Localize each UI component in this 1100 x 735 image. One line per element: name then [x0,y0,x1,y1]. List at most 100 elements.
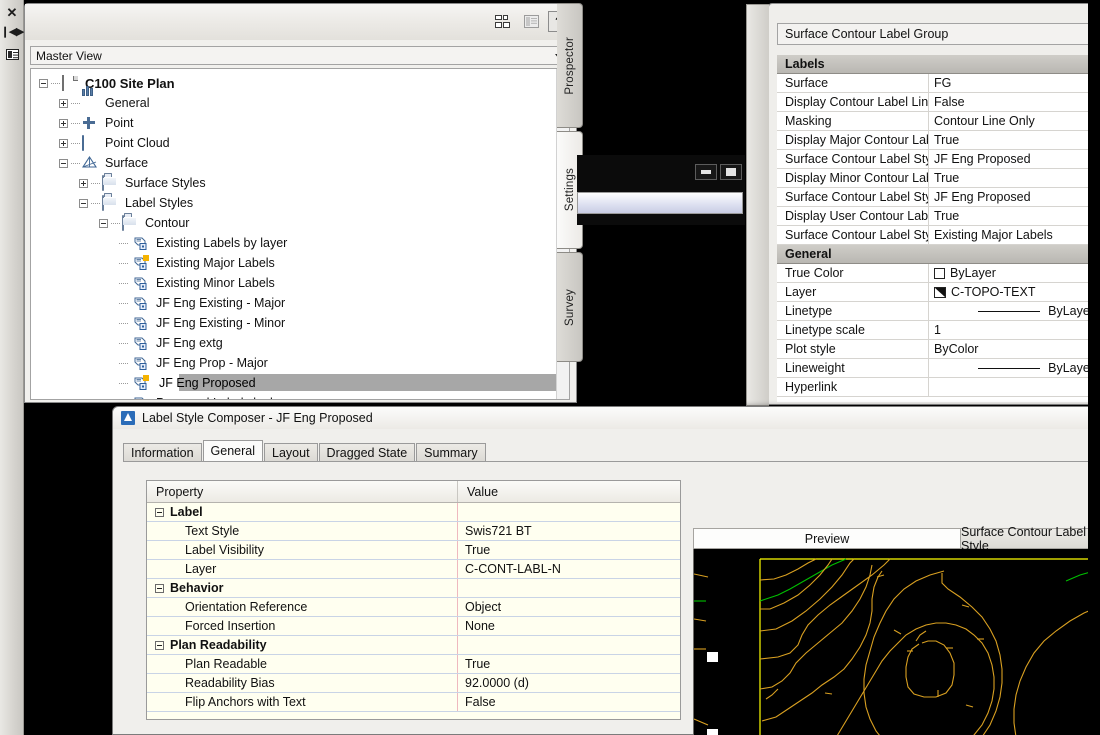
property-row[interactable]: Masking Contour Line Only [777,112,1100,131]
tree-item-existing-minor-labels[interactable]: Existing Minor Labels [31,273,556,293]
style-property-group-row[interactable]: Label [147,503,680,522]
style-property-value[interactable] [458,503,680,521]
preview-canvas[interactable] [693,549,1100,735]
tree-expander[interactable] [59,138,68,148]
property-row[interactable]: Plot style ByColor [777,340,1100,359]
tree-expander[interactable] [59,158,68,168]
style-property-row[interactable]: Plan Readable True [147,655,680,674]
property-value[interactable] [929,378,1100,396]
style-property-row[interactable]: Readability Bias 92.0000 (d) [147,674,680,693]
style-property-row[interactable]: Label Visibility True [147,541,680,560]
panel-preview-icon[interactable] [520,11,542,32]
property-value[interactable]: JF Eng Proposed [929,188,1100,206]
settings-tree[interactable]: C100 Site Plan General Point Point Cloud Sur… [30,68,570,400]
style-property-group-row[interactable]: Plan Readability [147,636,680,655]
style-property-value[interactable]: Object [458,598,680,616]
properties-category-labels[interactable]: Labels [777,55,1100,74]
tree-item-jf-eng-prop-major[interactable]: JF Eng Prop - Major [31,353,556,373]
property-row[interactable]: True Color ByLayer [777,264,1100,283]
style-property-table[interactable]: Property Value Label Text Style Swis721 BT… [146,480,681,720]
style-property-value[interactable]: 92.0000 (d) [458,674,680,692]
tree-item-point-cloud[interactable]: Point Cloud [31,133,556,153]
property-value[interactable]: True [929,207,1100,225]
property-row[interactable]: Surface Contour Label Styl... JF Eng Prop… [777,188,1100,207]
minimize-button[interactable] [695,164,717,180]
tab-preview[interactable]: Preview [693,528,961,549]
dialog-tab-summary[interactable]: Summary [416,443,486,461]
group-expander-icon[interactable] [155,640,164,650]
auto-hide-icon[interactable]: ❙◀▶ [0,24,24,40]
style-property-value[interactable]: None [458,617,680,635]
properties-grid[interactable]: Labels Surface FG Display Contour Label Lin… [777,55,1100,402]
property-value[interactable]: ByLayer [929,359,1100,377]
style-property-value[interactable]: True [458,655,680,673]
dialog-tab-dragged-state[interactable]: Dragged State [318,443,416,461]
property-value[interactable]: C-TOPO-TEXT [929,283,1100,301]
tree-item-contour[interactable]: Contour [31,213,556,233]
tree-item-jf-eng-proposed[interactable]: JF Eng Proposed [31,373,556,393]
tree-item-surface[interactable]: Surface [31,153,556,173]
tree-item-surface-styles[interactable]: Surface Styles [31,173,556,193]
dialog-tab-information[interactable]: Information [123,443,202,461]
property-value[interactable]: JF Eng Proposed [929,150,1100,168]
property-row[interactable]: Lineweight ByLayer [777,359,1100,378]
group-expander-icon[interactable] [155,507,164,517]
tree-expander[interactable] [59,98,68,108]
property-value[interactable]: ByLayer [929,264,1100,282]
property-value[interactable]: ByLayer [929,302,1100,320]
properties-category-general[interactable]: General [777,245,1100,264]
property-value[interactable]: Existing Major Labels [929,226,1100,244]
tree-item-jf-eng-existing-minor[interactable]: JF Eng Existing - Minor [31,313,556,333]
style-property-value[interactable]: C-CONT-LABL-N [458,560,680,578]
property-value[interactable]: FG [929,74,1100,92]
restore-button[interactable] [720,164,742,180]
tree-item-label-styles[interactable]: Label Styles [31,193,556,213]
property-row[interactable]: Linetype ByLayer [777,302,1100,321]
style-property-group-row[interactable]: Behavior [147,579,680,598]
tree-item-jf-eng-extg[interactable]: JF Eng extg [31,333,556,353]
property-value[interactable]: True [929,131,1100,149]
style-property-row[interactable]: Flip Anchors with Text False [147,693,680,712]
property-row[interactable]: Hyperlink [777,378,1100,397]
tree-expander[interactable] [39,78,48,88]
properties-icon[interactable] [3,46,21,62]
style-property-row[interactable]: Text Style Swis721 BT [147,522,680,541]
property-value[interactable]: Contour Line Only [929,112,1100,130]
dialog-tab-general[interactable]: General [202,440,264,461]
property-row[interactable]: Layer C-TOPO-TEXT [777,283,1100,302]
tree-item-existing-labels-by-layer[interactable]: Existing Labels by layer [31,233,556,253]
property-row[interactable]: Surface FG [777,74,1100,93]
view-tree-icon[interactable] [492,11,514,32]
tree-item-existing-major-labels[interactable]: Existing Major Labels [31,253,556,273]
style-property-value[interactable] [458,579,680,597]
property-value[interactable]: ByColor [929,340,1100,358]
style-property-value[interactable]: False [458,693,680,711]
property-row[interactable]: Display Minor Contour Lab... True [777,169,1100,188]
style-property-row[interactable]: Layer C-CONT-LABL-N [147,560,680,579]
close-icon[interactable]: ✕ [3,4,21,20]
property-row[interactable]: Display Major Contour Lab... True [777,131,1100,150]
property-value[interactable]: 1 [929,321,1100,339]
tree-item-point[interactable]: Point [31,113,556,133]
tree-item-proposed-labels-by-layer[interactable]: Proposed Labels by layer [31,393,556,399]
style-property-value[interactable] [458,636,680,654]
property-row[interactable]: Surface Contour Label Styl... Existing Ma… [777,226,1100,245]
tree-expander[interactable] [99,218,108,228]
tab-prospector[interactable]: Prospector [557,3,583,128]
property-row[interactable]: Linetype scale 1 [777,321,1100,340]
property-value[interactable]: False [929,93,1100,111]
preview-style-selector[interactable]: Surface Contour Label Style [961,525,1100,553]
group-expander-icon[interactable] [155,583,164,593]
style-property-value[interactable]: Swis721 BT [458,522,680,540]
view-selector-dropdown[interactable]: Master View [30,46,570,65]
tab-survey[interactable]: Survey [557,252,583,362]
property-row[interactable]: Display Contour Label Line False [777,93,1100,112]
tree-expander[interactable] [79,198,88,208]
tree-item-jf-eng-existing-major[interactable]: JF Eng Existing - Major [31,293,556,313]
property-value[interactable]: True [929,169,1100,187]
tree-item-general[interactable]: General [31,85,556,113]
style-property-row[interactable]: Forced Insertion None [147,617,680,636]
style-property-row[interactable]: Orientation Reference Object [147,598,680,617]
tree-expander[interactable] [79,178,88,188]
tree-item-c100-site-plan[interactable]: C100 Site Plan [31,73,556,93]
